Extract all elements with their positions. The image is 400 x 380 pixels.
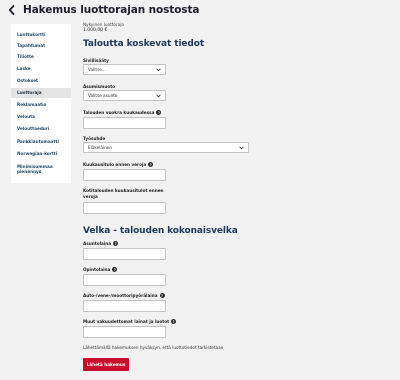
chevron-down-icon — [239, 146, 244, 150]
sidebar-item-luottoraja[interactable]: Luottoraja — [11, 88, 71, 98]
submit-button[interactable]: Lähetä hakemus — [83, 358, 129, 371]
siviilisaaty-select[interactable]: Valitse... — [83, 64, 166, 75]
sidebar-item-tiliotte[interactable]: Tiliotte — [11, 52, 71, 62]
chevron-left-icon[interactable] — [8, 4, 18, 16]
auto-laina-label: Auto-/vene-/moottoripyörälaina? — [83, 293, 165, 298]
section-title-debt: Velka - talouden kokonaisvelka — [83, 226, 238, 236]
sidebar-item-velouta[interactable]: Velouta — [11, 112, 71, 122]
sidebar-item-norwegian-kortti[interactable]: Norwegian-kortti — [11, 149, 71, 159]
muut-lainat-input[interactable] — [83, 326, 166, 338]
help-icon[interactable]: ? — [159, 293, 165, 298]
asumismuoto-select[interactable]: Valitse asunto — [83, 90, 166, 101]
sidebar-item-pankkiautomaatti[interactable]: Pankkiautomaatti — [11, 137, 71, 147]
sidebar-nav: Luottokortti Tapahtumat Tiliotte Laske O… — [11, 24, 71, 183]
page-header: Hakemus luottorajan nostosta — [8, 3, 199, 17]
help-icon[interactable]: ? — [148, 162, 154, 167]
sidebar-item-laske[interactable]: Laske — [11, 64, 71, 74]
help-icon[interactable]: ? — [156, 110, 162, 115]
help-icon[interactable]: ? — [171, 319, 177, 324]
opintolaina-input[interactable] — [83, 274, 166, 286]
page-title: Hakemus luottorajan nostosta — [23, 4, 200, 16]
sidebar-item-velouttaeduri[interactable]: Velouttaeduri — [11, 124, 71, 134]
asumismuoto-label: Asumismuoto — [83, 84, 116, 89]
asumismuoto-value: Valitse asunto — [88, 93, 118, 98]
muut-lainat-label: Muut vakuudettomat lainat ja luotot? — [83, 319, 177, 324]
opintolaina-label: Opintolaina? — [83, 267, 118, 272]
kotitalous-label: Kotitalouden kuukausitulot ennen veroja — [83, 188, 164, 199]
siviilisaaty-label: Siviilisääty — [83, 58, 109, 63]
siviilisaaty-value: Valitse... — [88, 67, 106, 72]
asuntolaina-input[interactable] — [83, 248, 166, 260]
sidebar-item-ostokset[interactable]: Ostokset — [11, 76, 71, 86]
consent-text: Lähettämällä hakemuksen hyväksyn, että l… — [83, 345, 224, 350]
section-title-finances: Taloutta koskevat tiedot — [83, 39, 205, 49]
tyosuhde-select[interactable]: Eläkeläinen — [83, 142, 249, 153]
vuokra-input[interactable] — [83, 117, 166, 129]
kuukausitulo-label: Kuukausitulo ennen veroja? — [83, 162, 154, 167]
tyosuhde-value: Eläkeläinen — [88, 145, 113, 150]
asuntolaina-label: Asuntolaina? — [83, 241, 119, 246]
sidebar-item-tapahtumat[interactable]: Tapahtumat — [11, 41, 71, 51]
current-limit-value: 1.000,00 € — [83, 28, 108, 33]
sidebar-item-minimisumma[interactable]: Minimisummaa pienennys — [11, 162, 53, 176]
sidebar-item-luottokortti[interactable]: Luottokortti — [11, 30, 71, 40]
vuokra-label: Talouden vuokra kuukaudessa? — [83, 110, 162, 115]
chevron-down-icon — [156, 68, 161, 72]
auto-laina-input[interactable] — [83, 300, 166, 312]
kuukausitulo-input[interactable] — [83, 169, 166, 181]
sidebar-item-reklamaatio[interactable]: Reklamaatio — [11, 100, 71, 110]
kotitalous-input[interactable] — [83, 202, 166, 214]
help-icon[interactable]: ? — [113, 241, 119, 246]
help-icon[interactable]: ? — [112, 267, 118, 272]
tyosuhde-label: Työsuhde — [83, 136, 106, 141]
chevron-down-icon — [156, 94, 161, 98]
current-limit-label: Nykyinen luottoraja — [83, 22, 124, 27]
